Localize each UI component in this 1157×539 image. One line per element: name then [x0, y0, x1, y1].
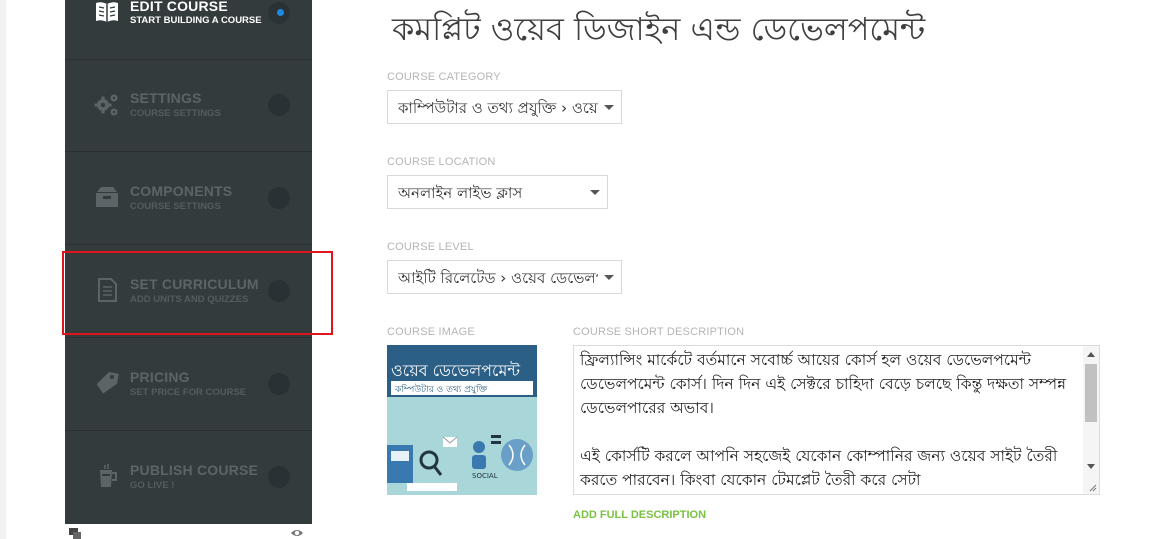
step-status-dot [268, 466, 290, 488]
step-settings[interactable]: SETTINGS COURSE SETTINGS [65, 59, 312, 152]
step-subtitle: GO LIVE ! [130, 480, 175, 491]
course-thumbnail-illustration: ওয়েব ডেভেলপমেন্ট কম্পিউটার ও তথ্য প্রযু… [387, 345, 537, 495]
step-title: PUBLISH COURSE [130, 462, 259, 478]
step-title: PRICING [130, 369, 190, 385]
course-location-label: COURSE LOCATION [387, 156, 496, 168]
course-category-select[interactable]: কাম্পিউটার ও তথ্য প্রযুক্তি › ওয়েব [387, 90, 622, 124]
eye-icon[interactable] [290, 527, 304, 539]
step-pricing[interactable]: PRICING SET PRICE FOR COURSE [65, 338, 312, 431]
step-title: EDIT COURSE [130, 0, 228, 14]
left-edge-strip [0, 0, 6, 539]
thumbnail-title-text: ওয়েব ডেভেলপমেন্ট [391, 361, 520, 380]
scroll-thumb[interactable] [1085, 364, 1097, 422]
textarea-scrollbar[interactable] [1083, 346, 1099, 494]
archive-icon [96, 187, 118, 207]
step-title: COMPONENTS [130, 183, 233, 199]
scroll-up-arrow-icon[interactable] [1087, 352, 1095, 357]
course-level-value: আইটি রিলেটেড › ওয়েব ডেভেলপমেন্ট [398, 269, 598, 287]
course-category-label: COURSE CATEGORY [387, 71, 501, 83]
glass-icon [100, 464, 117, 487]
chevron-down-icon [604, 275, 614, 280]
step-publish-course[interactable]: PUBLISH COURSE GO LIVE ! [65, 431, 312, 523]
resize-handle-icon[interactable] [1089, 484, 1097, 492]
step-edit-course[interactable]: EDIT COURSE START BUILDING A COURSE [65, 0, 312, 60]
scroll-down-arrow-icon[interactable] [1087, 464, 1095, 469]
step-components[interactable]: COMPONENTS COURSE SETTINGS [65, 152, 312, 245]
book-icon [96, 2, 118, 22]
course-location-value: অনলাইন লাইভ ক্লাস [398, 184, 523, 202]
course-level-label: COURSE LEVEL [387, 241, 474, 253]
thumbnail-badge-text: SOCIAL [472, 472, 498, 480]
course-short-description-textarea[interactable]: ফ্রিল্যান্সিং মার্কেটে বর্তমানে সবোর্চ্চ… [573, 345, 1100, 495]
gears-icon [94, 94, 118, 116]
course-category-value: কাম্পিউটার ও তথ্য প্রযুক্তি › ওয়েব [398, 99, 598, 117]
step-subtitle: COURSE SETTINGS [130, 201, 221, 212]
step-status-dot [268, 94, 290, 116]
course-image-label: COURSE IMAGE [387, 326, 475, 338]
chevron-down-icon [604, 105, 614, 110]
comments-icon[interactable] [68, 527, 82, 539]
course-short-description-label: COURSE SHORT DESCRIPTION [573, 326, 745, 338]
course-title: কমপ্লিট ওয়েব ডিজাইন এন্ড ডেভেলপমেন্ট [392, 10, 926, 48]
step-subtitle: COURSE SETTINGS [130, 108, 221, 119]
step-status-dot [268, 187, 290, 209]
step-subtitle: START BUILDING A COURSE [130, 15, 262, 26]
add-full-description-link[interactable]: ADD FULL DESCRIPTION [573, 509, 706, 521]
chevron-down-icon [590, 190, 600, 195]
set-curriculum-highlight [62, 251, 333, 335]
step-status-dot [268, 373, 290, 395]
step-title: SETTINGS [130, 90, 202, 106]
course-short-description-text: ফ্রিল্যান্সিং মার্কেটে বর্তমানে সবোর্চ্চ… [580, 351, 1066, 489]
thumbnail-subtitle-text: কম্পিউটার ও তথ্য প্রযুক্তি [394, 383, 488, 395]
course-location-select[interactable]: অনলাইন লাইভ ক্লাস [387, 175, 608, 209]
step-subtitle: SET PRICE FOR COURSE [130, 387, 247, 398]
tag-icon [96, 372, 119, 394]
course-image-thumbnail[interactable]: ওয়েব ডেভেলপমেন্ট কম্পিউটার ও তথ্য প্রযু… [387, 345, 537, 495]
step-status-dot [268, 2, 290, 24]
course-level-select[interactable]: আইটি রিলেটেড › ওয়েব ডেভেলপমেন্ট [387, 260, 622, 294]
